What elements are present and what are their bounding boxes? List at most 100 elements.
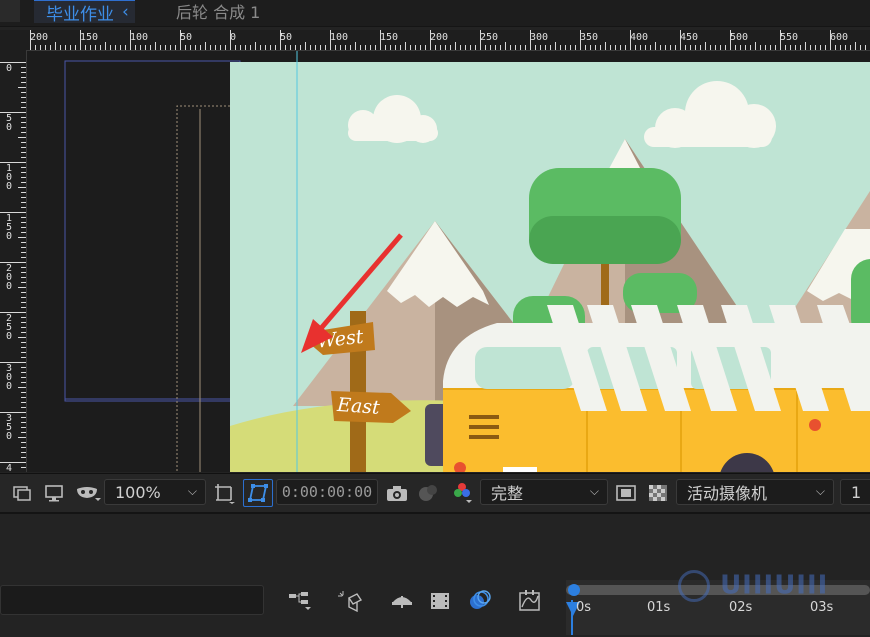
current-time-display[interactable]: 0:00:00:00: [276, 479, 378, 505]
ruler-tick: [460, 45, 461, 50]
ruler-tick: [655, 42, 656, 50]
ruler-tick: [18, 437, 26, 438]
always-preview-icon[interactable]: [10, 481, 34, 505]
chevron-down-icon: ⌵: [815, 484, 825, 498]
zoom-value: 100%: [115, 482, 161, 502]
ruler-tick: [300, 45, 301, 50]
region-of-interest-icon[interactable]: [212, 481, 238, 505]
ruler-tick: [735, 45, 736, 50]
ruler-tick: [550, 45, 551, 50]
resolution-dropdown[interactable]: 完整 ⌵: [480, 479, 608, 505]
ruler-tick: [245, 45, 246, 50]
ruler-tick: [820, 45, 821, 50]
ruler-tick: [18, 337, 26, 338]
ruler-tick: [585, 45, 586, 50]
ruler-tick: [560, 45, 561, 50]
ruler-tick: [330, 30, 331, 50]
ruler-tick: [21, 347, 26, 348]
camera-view-dropdown[interactable]: 活动摄像机 ⌵: [676, 479, 834, 505]
ruler-tick: [665, 45, 666, 50]
ruler-tick: [325, 45, 326, 50]
ruler-tick: [695, 45, 696, 50]
ruler-tick: [235, 45, 236, 50]
ruler-tick: [785, 45, 786, 50]
ruler-tick: [40, 45, 41, 50]
ruler-tick: [21, 272, 26, 273]
ruler-tick: [70, 45, 71, 50]
view-layout-dropdown[interactable]: 1: [840, 479, 870, 505]
ruler-h-label: 200: [30, 32, 49, 43]
ruler-tick: [220, 45, 221, 50]
camera-snapshot-icon[interactable]: [385, 481, 409, 505]
ruler-tick: [21, 307, 26, 308]
ruler-tick: [365, 45, 366, 50]
tab-bar-scroll[interactable]: [0, 0, 20, 22]
ruler-tick: [21, 377, 26, 378]
shy-layers-icon[interactable]: [388, 588, 416, 614]
ruler-tick: [730, 30, 731, 50]
ruler-tick: [835, 45, 836, 50]
ruler-tick: [495, 45, 496, 50]
monitor-icon[interactable]: [42, 481, 66, 505]
ruler-tick: [21, 397, 26, 398]
show-snapshot-icon[interactable]: [416, 481, 442, 505]
ruler-tick: [225, 45, 226, 50]
mask-visibility-icon[interactable]: [74, 481, 102, 505]
ruler-tick: [390, 45, 391, 50]
ruler-tick: [200, 45, 201, 50]
graph-editor-icon[interactable]: [516, 588, 544, 614]
ruler-tick: [21, 97, 26, 98]
ruler-tick: [270, 45, 271, 50]
ruler-tick: [630, 30, 631, 50]
ruler-tick: [35, 45, 36, 50]
ruler-tick: [190, 45, 191, 50]
transparency-grid-toggle[interactable]: [243, 479, 273, 507]
ruler-tick: [490, 45, 491, 50]
ruler-tick: [21, 342, 26, 343]
ruler-h-label: 450: [680, 32, 699, 43]
vertical-ruler[interactable]: 0 50 100 150 200 250 300 350 4: [0, 50, 27, 474]
ruler-tick: [815, 45, 816, 50]
ruler-tick: [315, 45, 316, 50]
ruler-tick: [21, 147, 26, 148]
ruler-tick: [480, 30, 481, 50]
layer-search-input[interactable]: [0, 585, 264, 615]
watermark-circle-icon: [678, 570, 710, 602]
ruler-tick: [420, 45, 421, 50]
fast-preview-icon[interactable]: [614, 481, 638, 505]
ruler-tick: [440, 45, 441, 50]
ruler-tick: [155, 42, 156, 50]
chevron-left-icon[interactable]: ‹: [122, 2, 129, 22]
tab-composition-active[interactable]: 毕业作业 ‹: [34, 0, 135, 25]
ruler-tick: [645, 45, 646, 50]
motion-blur-icon[interactable]: [466, 588, 494, 614]
breadcrumb[interactable]: 后轮 合成 1: [176, 0, 260, 22]
rgb-channel-icon[interactable]: [450, 481, 476, 505]
ruler-tick: [75, 45, 76, 50]
zoom-dropdown[interactable]: 100% ⌵: [104, 479, 206, 505]
transparency-grid-icon[interactable]: [646, 481, 670, 505]
horizontal-ruler[interactable]: 200 150 100 50 0 50 100 150 200 250 300 350 400 450 50…: [26, 30, 870, 51]
ruler-tick: [530, 30, 531, 50]
ruler-h-label: 400: [630, 32, 649, 43]
ruler-tick: [18, 137, 26, 138]
ruler-tick: [145, 45, 146, 50]
ruler-tick: [335, 45, 336, 50]
ruler-tick: [515, 45, 516, 50]
work-area-start-handle[interactable]: [568, 584, 580, 596]
layer-bounds-guide: [64, 60, 241, 402]
composition-viewer[interactable]: West East: [27, 51, 870, 472]
ruler-tick: [21, 217, 26, 218]
composition-flowchart-icon[interactable]: [286, 588, 314, 614]
ruler-tick: [21, 167, 26, 168]
ruler-tick: [360, 45, 361, 50]
ruler-tick: [21, 367, 26, 368]
camera-view-value: 活动摄像机: [687, 484, 768, 503]
ruler-h-label: 150: [80, 32, 99, 43]
draft-3d-icon[interactable]: [336, 588, 364, 614]
ruler-tick: [740, 45, 741, 50]
ruler-tick: [0, 62, 26, 63]
ruler-h-label: 350: [580, 32, 599, 43]
ruler-tick: [115, 45, 116, 50]
frame-blending-icon[interactable]: [426, 588, 454, 614]
